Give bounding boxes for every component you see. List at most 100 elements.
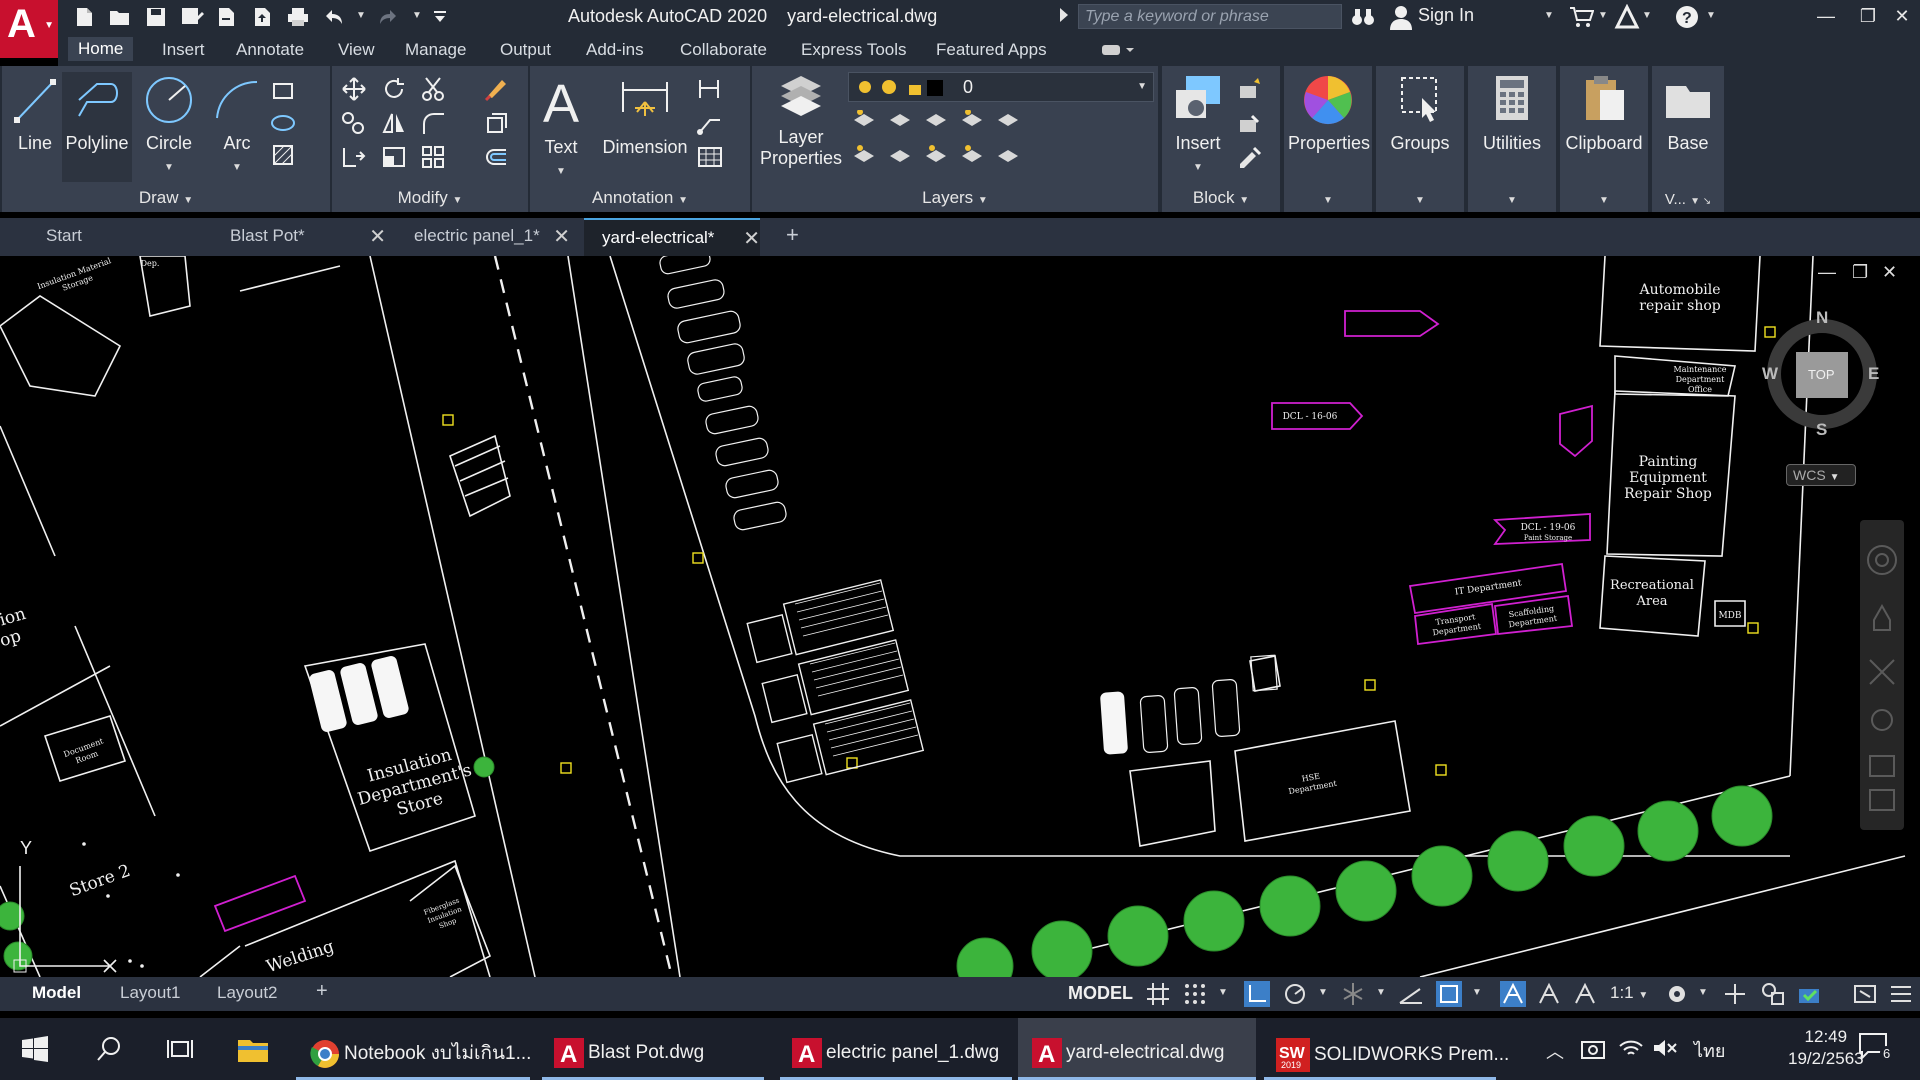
taskbar-blast-pot[interactable]: A Blast Pot.dwg xyxy=(542,1018,764,1080)
tab-view[interactable]: View xyxy=(338,40,375,60)
volume-muted-icon[interactable] xyxy=(1652,1036,1678,1060)
new-tab-plus-icon[interactable]: + xyxy=(786,218,812,256)
arc-dropdown-icon[interactable]: ▼ xyxy=(232,162,242,173)
arc-tool-button[interactable]: Arc ▼ xyxy=(206,72,268,175)
create-block-icon[interactable] xyxy=(1236,76,1264,102)
copy-icon[interactable] xyxy=(340,110,368,136)
rotate-icon[interactable] xyxy=(380,76,408,102)
help-icon[interactable]: ? xyxy=(1674,4,1700,30)
annotation-visibility-icon[interactable] xyxy=(1500,981,1526,1007)
stretch-icon[interactable] xyxy=(340,144,368,170)
sign-in-dropdown-icon[interactable]: ▼ xyxy=(1544,10,1570,36)
block-panel-title[interactable]: Block ▼ xyxy=(1162,188,1280,208)
view-panel[interactable]: Base V... ▼ ↘ xyxy=(1652,66,1724,212)
annotation-scale-dropdown[interactable]: 1:1 ▼ xyxy=(1610,983,1648,1003)
show-hidden-icons-chevron-icon[interactable]: ︿ xyxy=(1546,1038,1564,1064)
line-tool-button[interactable]: Line xyxy=(8,72,62,154)
move-icon[interactable] xyxy=(340,76,368,102)
taskbar-yard-electrical[interactable]: Ayard-electrical.dwg xyxy=(1018,1018,1256,1080)
ribbon-display-toggle-icon[interactable] xyxy=(1100,42,1140,58)
viewcube-top-face[interactable]: TOP xyxy=(1808,367,1835,382)
file-explorer-icon[interactable] xyxy=(236,1034,270,1064)
dimension-tool-button[interactable]: Dimension xyxy=(600,72,690,158)
ortho-icon[interactable] xyxy=(1244,981,1270,1007)
tab-annotate[interactable]: Annotate xyxy=(236,40,304,60)
model-space-toggle[interactable]: MODEL xyxy=(1068,983,1133,1004)
tab-blast-pot[interactable]: Blast Pot* ✕ xyxy=(214,218,386,256)
polar-tracking-icon[interactable] xyxy=(1282,981,1308,1007)
customize-toolbar-icon[interactable] xyxy=(428,6,452,28)
utilities-expand-icon[interactable]: ▼ xyxy=(1468,188,1556,208)
hardware-acceleration-icon[interactable] xyxy=(1796,981,1822,1007)
system-clock[interactable]: 12:49 19/2/2563 xyxy=(1788,1026,1864,1070)
close-icon[interactable]: ✕ xyxy=(553,224,570,249)
tab-manage[interactable]: Manage xyxy=(405,40,466,60)
taskbar-electric-panel[interactable]: Aelectric panel_1.dwg xyxy=(780,1018,1012,1080)
table-icon[interactable] xyxy=(696,144,724,170)
circle-tool-button[interactable]: Circle ▼ xyxy=(138,72,200,175)
hatch-icon[interactable] xyxy=(270,142,298,168)
rectangle-icon[interactable] xyxy=(270,78,298,104)
object-snap-tracking-icon[interactable] xyxy=(1398,981,1424,1007)
properties-expand-icon[interactable]: ▼ xyxy=(1284,188,1372,208)
layer-dropdown[interactable]: 0 ▼ xyxy=(848,72,1154,102)
explode-icon[interactable] xyxy=(482,110,510,136)
ellipse-icon[interactable] xyxy=(270,110,298,136)
customization-menu-icon[interactable] xyxy=(1888,981,1914,1007)
snap-icon[interactable] xyxy=(1182,981,1208,1007)
undo-icon[interactable] xyxy=(322,6,346,28)
minimize-icon[interactable]: — xyxy=(1804,0,1848,34)
array-icon[interactable] xyxy=(420,144,448,170)
workspace-gear-icon[interactable] xyxy=(1664,981,1690,1007)
compass-south[interactable]: S xyxy=(1816,420,1827,440)
open-folder-icon[interactable] xyxy=(108,6,132,28)
close-icon[interactable]: ✕ xyxy=(1880,0,1920,34)
wcs-dropdown[interactable]: WCS ▼ xyxy=(1786,464,1856,486)
save-as-icon[interactable] xyxy=(180,6,204,28)
layer-tools-icons[interactable] xyxy=(850,110,1030,180)
object-snap-icon[interactable] xyxy=(1436,981,1462,1007)
grid-icon[interactable] xyxy=(1145,981,1171,1007)
isolate-objects-icon[interactable] xyxy=(1760,981,1786,1007)
viewport-close-icon[interactable]: ✕ xyxy=(1882,262,1897,283)
action-center-button[interactable]: 6 xyxy=(1858,1032,1898,1066)
annotation-scale-icon[interactable] xyxy=(1572,981,1598,1007)
fillet-icon[interactable] xyxy=(420,110,448,136)
clipboard-expand-icon[interactable]: ▼ xyxy=(1560,188,1648,208)
add-layout-plus-icon[interactable]: + xyxy=(316,980,328,1003)
text-dropdown-icon[interactable]: ▼ xyxy=(556,166,566,177)
annotation-monitor-plus-icon[interactable] xyxy=(1722,981,1748,1007)
binoculars-icon[interactable] xyxy=(1350,4,1376,30)
help-dropdown-icon[interactable]: ▼ xyxy=(1706,10,1732,36)
polyline-tool-button[interactable]: Polyline xyxy=(62,72,132,182)
tab-output[interactable]: Output xyxy=(500,40,551,60)
search-icon[interactable] xyxy=(96,1036,122,1062)
user-icon[interactable] xyxy=(1388,4,1414,30)
offset-icon[interactable] xyxy=(482,144,510,170)
task-view-icon[interactable] xyxy=(166,1036,194,1062)
compass-north[interactable]: N xyxy=(1816,308,1828,328)
erase-icon[interactable] xyxy=(482,76,510,102)
application-menu-button[interactable]: A ▼ xyxy=(0,0,58,58)
annotation-panel-title[interactable]: Annotation ▼ xyxy=(530,188,750,208)
tab-insert[interactable]: Insert xyxy=(162,40,205,60)
save-to-web-icon[interactable] xyxy=(250,6,274,28)
groups-button[interactable]: Groups xyxy=(1380,72,1460,154)
insert-dropdown-icon[interactable]: ▼ xyxy=(1193,162,1203,173)
autodesk-a360-icon[interactable] xyxy=(1614,4,1640,30)
tab-featured-apps[interactable]: Featured Apps xyxy=(936,40,1047,60)
tab-express-tools[interactable]: Express Tools xyxy=(801,40,907,60)
tab-model[interactable]: Model xyxy=(32,983,81,1003)
plot-printer-icon[interactable] xyxy=(286,6,310,28)
full-screen-icon[interactable] xyxy=(1852,981,1878,1007)
edit-attributes-icon[interactable] xyxy=(1236,144,1264,170)
taskbar-solidworks[interactable]: SW 2019 SOLIDWORKS Prem... xyxy=(1264,1018,1509,1080)
tab-electric-panel[interactable]: electric panel_1* ✕ xyxy=(396,218,570,256)
close-icon[interactable]: ✕ xyxy=(369,224,386,249)
clipboard-button[interactable]: Clipboard xyxy=(1564,72,1644,154)
groups-panel[interactable]: Groups ▼ xyxy=(1376,66,1464,212)
tab-start[interactable]: Start xyxy=(28,218,210,256)
layer-properties-button[interactable]: Layer Properties xyxy=(758,72,844,169)
auto-scale-icon[interactable] xyxy=(1536,981,1562,1007)
base-view-button[interactable]: Base xyxy=(1656,72,1720,154)
